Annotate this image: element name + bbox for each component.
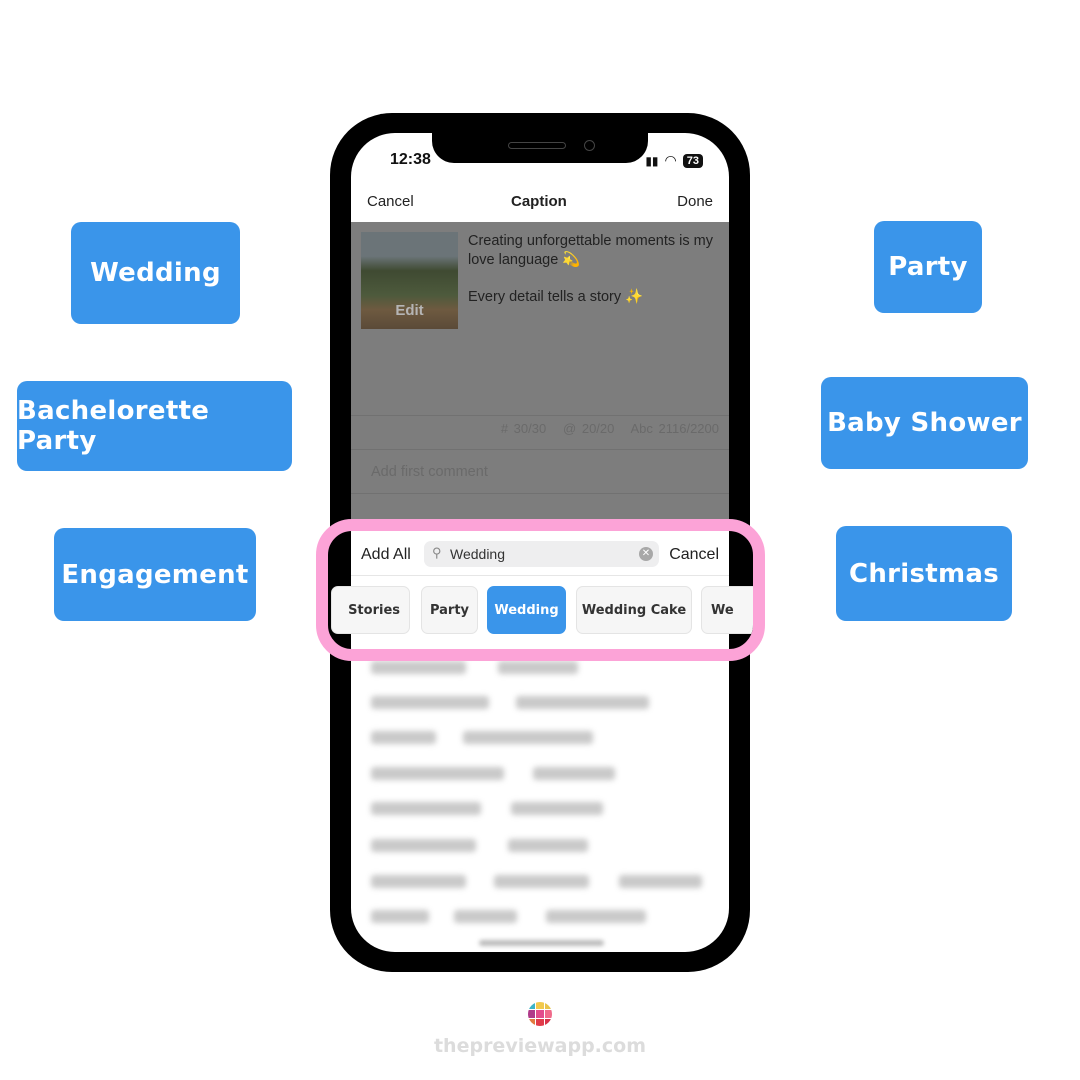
post-thumbnail[interactable]: Edit — [361, 232, 458, 329]
hashtag-search-highlight: Add All ⚲ Wedding ✕ Cancel Stories Party… — [316, 519, 765, 661]
divider — [351, 415, 729, 416]
divider — [351, 575, 729, 576]
tag-engagement: Engagement — [54, 528, 256, 621]
website-url: thepreviewapp.com — [433, 1035, 647, 1057]
notch — [432, 133, 648, 163]
status-icons: ▮▮ ◠ 73 — [645, 152, 703, 169]
speaker — [508, 142, 566, 149]
tag-baby-shower: Baby Shower — [821, 377, 1028, 469]
tag-party: Party — [874, 221, 982, 313]
hashtag-search-input[interactable]: ⚲ Wedding ✕ — [424, 541, 659, 567]
dimmed-caption-area: Edit Creating unforgettable moments is m… — [351, 222, 729, 522]
search-icon: ⚲ — [432, 545, 442, 560]
logo-cell — [536, 1002, 544, 1010]
add-all-button[interactable]: Add All — [361, 546, 411, 564]
logo-cell — [544, 1002, 552, 1010]
status-time: 12:38 — [390, 151, 431, 168]
divider — [351, 493, 729, 494]
divider — [351, 449, 729, 450]
logo-cell — [544, 1018, 552, 1026]
tag-wedding: Wedding — [71, 222, 240, 324]
done-button[interactable]: Done — [677, 193, 713, 210]
edit-label: Edit — [395, 302, 424, 319]
signal-icon: ▮▮ — [645, 153, 659, 168]
chip-wedding[interactable]: Wedding — [487, 586, 566, 634]
logo-cell — [528, 1010, 536, 1018]
wifi-icon: ◠ — [664, 152, 677, 168]
hashtag-count: # 30/30 — [500, 421, 547, 436]
logo-cell — [528, 1002, 536, 1010]
caption-line: Creating unforgettable moments is my lov… — [468, 233, 713, 268]
camera — [584, 140, 595, 151]
counters: # 30/30 @ 20/20 Abc 2116/2200 — [501, 421, 719, 436]
chip-stories[interactable]: Stories — [331, 586, 410, 634]
caption-text[interactable]: Creating unforgettable moments is my lov… — [468, 232, 723, 307]
logo-cell — [536, 1018, 544, 1026]
search-query: Wedding — [450, 546, 506, 562]
logo-cell — [544, 1010, 552, 1018]
preview-app-logo — [528, 1002, 552, 1026]
clear-icon[interactable]: ✕ — [639, 547, 653, 561]
logo-cell — [536, 1010, 544, 1018]
blurred-hashtag-list — [351, 658, 729, 952]
chip-wedding-cake[interactable]: Wedding Cake — [576, 586, 692, 634]
battery-icon: 73 — [682, 153, 703, 168]
char-count: Abc 2116/2200 — [630, 421, 720, 436]
hashtag-search-panel: Add All ⚲ Wedding ✕ Cancel Stories Party… — [331, 531, 753, 649]
mention-count: @ 20/20 — [563, 421, 615, 436]
chip-party[interactable]: Party — [421, 586, 478, 634]
tag-christmas: Christmas — [836, 526, 1012, 621]
chip-partial[interactable]: We — [701, 586, 753, 634]
nav-bar: Cancel Caption Done — [351, 193, 729, 223]
tag-bachelorette-party: Bachelorette Party — [17, 381, 292, 471]
home-indicator — [479, 940, 604, 946]
search-cancel-button[interactable]: Cancel — [669, 546, 719, 564]
cancel-button[interactable]: Cancel — [367, 193, 414, 210]
first-comment-input[interactable]: Add first comment — [371, 464, 488, 480]
page-title: Caption — [511, 193, 567, 210]
caption-line: Every detail tells a story ✨ — [468, 289, 644, 305]
logo-cell — [528, 1018, 536, 1026]
